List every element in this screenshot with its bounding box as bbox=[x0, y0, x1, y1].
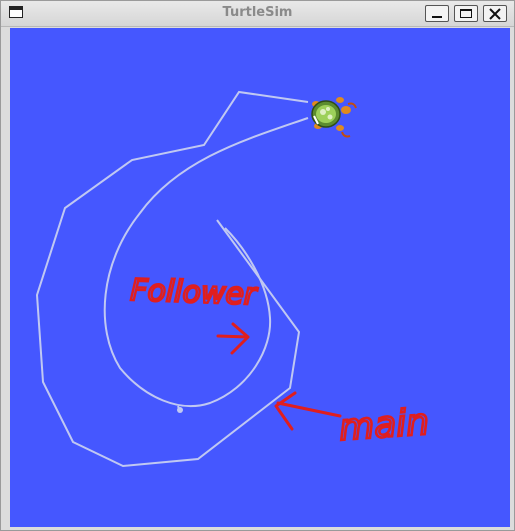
turtlesim-window: TurtleSim Follower main bbox=[0, 0, 515, 531]
main-annotation: main bbox=[338, 402, 431, 449]
minimize-button[interactable] bbox=[425, 5, 449, 22]
follower-annotation: Follower bbox=[130, 273, 259, 312]
title-bar[interactable]: TurtleSim bbox=[1, 1, 514, 27]
close-button[interactable] bbox=[483, 5, 507, 22]
maximize-button[interactable] bbox=[454, 5, 478, 22]
close-icon bbox=[489, 8, 501, 20]
follower-turtle-end-marker bbox=[177, 407, 183, 413]
turtlesim-canvas: Follower main bbox=[10, 28, 510, 527]
